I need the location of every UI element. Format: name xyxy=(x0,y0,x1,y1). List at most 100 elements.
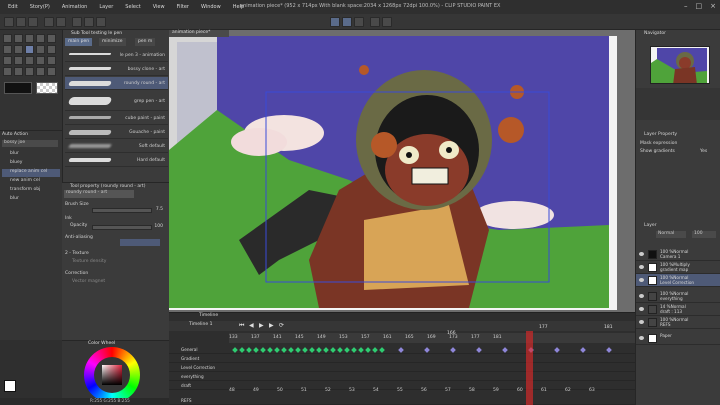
clear-icon[interactable] xyxy=(72,17,82,27)
auto-action-set-select[interactable]: bossy joe xyxy=(2,140,58,147)
keyframe-icon[interactable] xyxy=(302,347,308,353)
brush-size-slider[interactable] xyxy=(92,208,152,213)
figure-tool-icon[interactable] xyxy=(14,67,23,76)
decoration-tool-icon[interactable] xyxy=(14,56,23,65)
fill-tool-icon[interactable] xyxy=(47,56,56,65)
auto-select-tool-icon[interactable] xyxy=(3,45,12,54)
ruler-tool-icon[interactable] xyxy=(36,67,45,76)
brush-item[interactable]: cube paint - paint xyxy=(65,112,168,125)
transparent-color-swatch[interactable] xyxy=(36,82,58,94)
layer-row[interactable]: 100 %Normal everything xyxy=(636,290,720,303)
menu-story[interactable]: Story(P) xyxy=(24,4,56,10)
keyframe-icon[interactable] xyxy=(476,347,482,353)
keyframe-icon[interactable] xyxy=(260,347,266,353)
auto-action-item[interactable]: bluey xyxy=(2,160,60,168)
keyframe-icon[interactable] xyxy=(372,347,378,353)
frame-tool-icon[interactable] xyxy=(25,67,34,76)
pen-tool-icon[interactable] xyxy=(25,45,34,54)
operation-tool-icon[interactable] xyxy=(25,34,34,43)
rewind-icon[interactable]: ⏮ xyxy=(239,322,244,330)
eye-icon[interactable] xyxy=(639,307,644,311)
brush-item[interactable]: le pen 3 - animation xyxy=(65,49,168,62)
redo-icon[interactable] xyxy=(56,17,66,27)
keyframe-icon[interactable] xyxy=(267,347,273,353)
keyframe-icon[interactable] xyxy=(288,347,294,353)
frame-ruler[interactable]: 133 137 141 145 149 153 157 161 165 169 … xyxy=(229,333,635,343)
keyframe-icon[interactable] xyxy=(274,347,280,353)
snap-ruler-icon[interactable] xyxy=(330,17,340,27)
keyframe-icon[interactable] xyxy=(351,347,357,353)
keyframe-icon[interactable] xyxy=(606,347,612,353)
keyframe-icon[interactable] xyxy=(281,347,287,353)
saturation-value-square[interactable] xyxy=(102,365,122,385)
keyframe-icon[interactable] xyxy=(253,347,259,353)
canvas-tab[interactable]: animation piece* xyxy=(169,30,229,37)
keyframe-icon[interactable] xyxy=(246,347,252,353)
zoom-tool-icon[interactable] xyxy=(3,34,12,43)
undo-icon[interactable] xyxy=(44,17,54,27)
keyframe-icon[interactable] xyxy=(554,347,560,353)
navigator-preview[interactable] xyxy=(650,46,710,84)
menu-layer[interactable]: Layer xyxy=(93,4,119,10)
layer-row[interactable]: 100 %Multiply gradient map xyxy=(636,261,720,274)
timeline-name[interactable]: Timeline 1 xyxy=(189,322,212,327)
timeline-track[interactable]: everything xyxy=(169,372,635,381)
main-color-swatch[interactable] xyxy=(4,82,32,94)
timeline-track[interactable]: Level Correction xyxy=(169,363,635,372)
brush-item[interactable]: bossy clone - art xyxy=(65,63,168,76)
eraser-tool-icon[interactable] xyxy=(25,56,34,65)
keyframe-icon[interactable] xyxy=(232,347,238,353)
grid-icon[interactable] xyxy=(382,17,392,27)
auto-action-item[interactable]: blur xyxy=(2,151,60,159)
keyframe-icon[interactable] xyxy=(424,347,430,353)
layer-row[interactable]: 14 %Normal draft : 113 xyxy=(636,303,720,316)
brush-item-selected[interactable]: roundy round - art xyxy=(65,77,168,90)
brush-item[interactable]: Soft default xyxy=(65,140,168,153)
next-frame-icon[interactable]: ▶ xyxy=(269,322,274,329)
auto-action-item[interactable]: transform obj xyxy=(2,187,60,195)
opacity-slider[interactable] xyxy=(92,225,152,230)
close-icon[interactable]: × xyxy=(710,2,716,10)
keyframe-icon[interactable] xyxy=(502,347,508,353)
maximize-icon[interactable]: □ xyxy=(696,2,703,10)
keyframe-icon[interactable] xyxy=(365,347,371,353)
gradient-tool-icon[interactable] xyxy=(3,67,12,76)
selection-tool-icon[interactable] xyxy=(47,34,56,43)
minimize-icon[interactable]: – xyxy=(684,2,688,10)
keyframe-icon[interactable] xyxy=(398,347,404,353)
brush-item[interactable]: Gouache - paint xyxy=(65,126,168,139)
auto-action-item-selected[interactable]: replace anim cel xyxy=(2,169,60,177)
text-tool-icon[interactable] xyxy=(47,67,56,76)
keyframe-icon[interactable] xyxy=(358,347,364,353)
keyframe-icon[interactable] xyxy=(309,347,315,353)
eye-icon[interactable] xyxy=(639,294,644,298)
eye-icon[interactable] xyxy=(639,336,644,340)
eye-icon[interactable] xyxy=(639,278,644,282)
save-icon[interactable] xyxy=(28,17,38,27)
main-color-chip[interactable] xyxy=(4,380,16,392)
layer-row[interactable]: 100 %Normal Camera 1 xyxy=(636,248,720,261)
menu-edit[interactable]: Edit xyxy=(2,4,24,10)
blend-mode-select[interactable]: Normal xyxy=(656,231,686,238)
menu-select[interactable]: Select xyxy=(119,4,146,10)
auto-action-item[interactable]: new anim cel xyxy=(2,178,60,186)
brush-tool-icon[interactable] xyxy=(47,45,56,54)
eye-icon[interactable] xyxy=(639,265,644,269)
airbrush-tool-icon[interactable] xyxy=(3,56,12,65)
keyframe-icon[interactable] xyxy=(580,347,586,353)
anti-aliasing-selector[interactable] xyxy=(120,239,160,246)
transform-icon[interactable] xyxy=(84,17,94,27)
eyedropper-tool-icon[interactable] xyxy=(14,45,23,54)
menu-window[interactable]: Window xyxy=(195,4,227,10)
show-gradients-value[interactable]: Yes xyxy=(700,149,707,154)
tab-pen-m[interactable]: pen m xyxy=(135,38,156,46)
new-icon[interactable] xyxy=(4,17,14,27)
snap-special-ruler-icon[interactable] xyxy=(342,17,352,27)
brush-size-value[interactable]: 7.5 xyxy=(156,207,163,212)
keyframe-icon[interactable] xyxy=(316,347,322,353)
keyframe-icon[interactable] xyxy=(337,347,343,353)
prev-frame-icon[interactable]: ◀ xyxy=(249,322,254,329)
canvas-area[interactable] xyxy=(169,30,635,312)
artwork[interactable] xyxy=(169,30,635,312)
loop-icon[interactable]: ⟳ xyxy=(279,322,284,329)
